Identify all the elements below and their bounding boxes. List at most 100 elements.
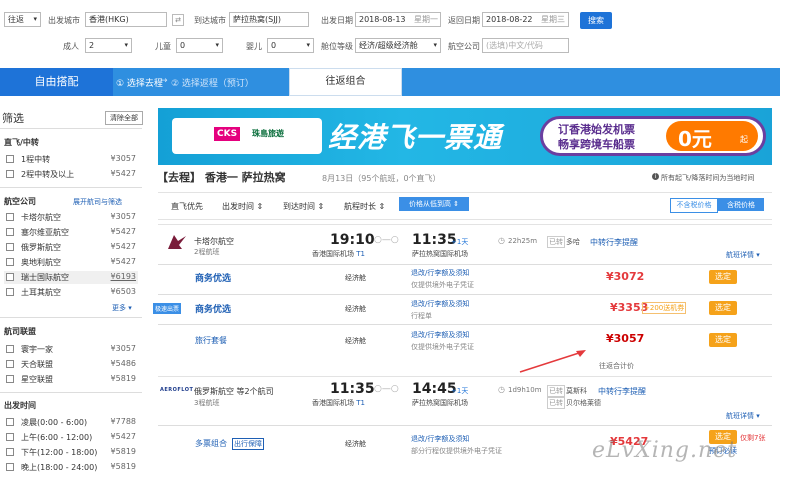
step-arrow-icon: → (160, 76, 168, 86)
watermark: eLvXing.net (592, 438, 738, 463)
filter-time[interactable]: 晚上(18:00 - 24:00) ¥5819 (4, 461, 138, 474)
adult-select[interactable]: 2 ▾ (85, 38, 132, 53)
flight2-transfer1: 莫斯科 (566, 387, 587, 395)
filter-airline[interactable]: 奥地利航空 ¥5427 (4, 256, 138, 269)
checkbox[interactable] (6, 155, 14, 163)
coupon-tag: +200送机券 (642, 302, 687, 314)
checkbox[interactable] (6, 228, 14, 236)
filter-stop-1[interactable]: 1程中转 ¥3057 (4, 153, 138, 166)
flight1-duration: 22h25m (508, 237, 538, 245)
sort-arrive[interactable]: 到达时间 ⇕ (283, 201, 324, 212)
checkbox[interactable] (6, 463, 14, 471)
flight2-arr-airport: 萨拉热窝国际机场 (412, 399, 468, 407)
checkbox[interactable] (6, 258, 14, 266)
checkbox[interactable] (6, 288, 14, 296)
airline-label: 航空公司 (448, 42, 480, 51)
fare-policy-link[interactable]: 退改/行李额及须知 (411, 268, 469, 278)
transit-baggage-link[interactable]: 中转行李提醒 (590, 237, 638, 248)
checkbox[interactable] (6, 213, 14, 221)
checkbox[interactable] (6, 375, 14, 383)
depart-date-input[interactable]: 2018-08-13 星期一 (355, 12, 441, 27)
transit-baggage-link[interactable]: 中转行李提醒 (598, 386, 646, 397)
adult-label: 成人 (63, 42, 79, 51)
depart-weekday: 星期一 (414, 15, 438, 24)
qatar-logo-icon (166, 233, 188, 251)
step1-label[interactable]: ① 选择去程 (116, 76, 163, 89)
filter-airline[interactable]: 土耳其航空 ¥6503 (4, 286, 138, 299)
sort-duration[interactable]: 航程时长 ⇕ (344, 201, 385, 212)
checkbox[interactable] (6, 170, 14, 178)
filter-airline[interactable]: 卡塔尔航空 ¥3057 (4, 211, 138, 224)
tab-free-combo[interactable]: 自由搭配 (0, 68, 113, 96)
filter-time[interactable]: 上午(6:00 - 12:00) ¥5427 (4, 431, 138, 444)
combo-total-note: 往返合计价 (599, 362, 634, 370)
guarantee-tag[interactable]: 出行保障 (232, 438, 264, 450)
select-button[interactable]: 选定 (709, 270, 737, 284)
logo-panel (172, 118, 322, 154)
filter-time[interactable]: 下午(12:00 - 18:00) ¥5819 (4, 446, 138, 459)
step2-label[interactable]: ② 选择返程（预订） (171, 76, 254, 89)
flight2-legs: 3程航班 (194, 399, 220, 407)
infant-select[interactable]: 0 ▾ (267, 38, 314, 53)
filter-stop-2[interactable]: 2程中转及以上 ¥5427 (4, 168, 138, 181)
filter-alliance[interactable]: 寰宇一家 ¥3057 (4, 343, 138, 356)
flight-detail-link[interactable]: 航班详情 ▾ (726, 250, 760, 260)
filter-alliance[interactable]: 星空联盟 ¥5819 (4, 373, 138, 386)
airline-expand-link[interactable]: 展开航司与筛选 (73, 197, 122, 207)
return-date-input[interactable]: 2018-08-22 星期三 (482, 12, 569, 27)
checkbox[interactable] (6, 433, 14, 441)
fare-price: ¥3057 (606, 332, 645, 345)
flight2-airline: 俄罗斯航空 等2个航司 (194, 387, 274, 396)
checkbox[interactable] (6, 448, 14, 456)
no-tax-toggle[interactable]: 不含税价格 (670, 198, 718, 213)
return-label: 返回日期 (448, 16, 480, 25)
child-label: 儿童 (155, 42, 171, 51)
fare-cabin: 经济舱 (345, 337, 366, 345)
sort-direct[interactable]: 直飞优先 (171, 201, 203, 212)
sort-arrows-icon: ⇕ (317, 202, 325, 211)
checkbox[interactable] (6, 345, 14, 353)
divider (158, 324, 772, 325)
select-button[interactable]: 选定 (709, 301, 737, 315)
more-airlines-link[interactable]: 更多 ▾ (112, 303, 132, 313)
select-button[interactable]: 选定 (709, 333, 737, 347)
fare-cabin: 经济舱 (345, 440, 366, 448)
child-select[interactable]: 0 ▾ (176, 38, 223, 53)
checkbox[interactable] (6, 360, 14, 368)
filter-time[interactable]: 凌晨(0:00 - 6:00) ¥7788 (4, 416, 138, 429)
filter-airline-highlighted[interactable]: 瑞士国际航空 ¥6193 (4, 271, 138, 284)
fare-cabin: 经济舱 (345, 305, 366, 313)
chevron-down-icon: ▾ (124, 41, 128, 49)
fare-policy-link[interactable]: 退改/行李额及须知 (411, 330, 469, 340)
fare-policy-link[interactable]: 退改/行李额及须知 (411, 434, 469, 444)
sort-depart[interactable]: 出发时间 ⇕ (222, 201, 263, 212)
filter-airline[interactable]: 俄罗斯航空 ¥5427 (4, 241, 138, 254)
airline-input[interactable]: (选填)中文/代码 (482, 38, 569, 53)
checkbox[interactable] (6, 273, 14, 281)
aeroflot-logo: AEROFLOT (160, 387, 194, 393)
promo-line1: 订香港始发机票 (558, 123, 635, 136)
flight2-arr-plus: +1天 (451, 387, 469, 395)
checkbox[interactable] (6, 418, 14, 426)
from-city-input[interactable]: 香港(HKG) (85, 12, 167, 27)
from-label: 出发城市 (48, 16, 80, 25)
tab-roundtrip[interactable]: 往返组合 (289, 68, 402, 96)
sort-price[interactable]: 价格从低到高 ⇕ (399, 197, 469, 211)
trip-type-select[interactable]: 往返 ▾ (4, 12, 41, 27)
flight1-transfer-city: 多哈 (566, 238, 580, 246)
filter-airline[interactable]: 塞尔维亚航空 ¥5427 (4, 226, 138, 239)
flight-detail-link[interactable]: 航班详情 ▾ (726, 411, 760, 421)
divider (0, 392, 142, 393)
with-tax-toggle[interactable]: 含税价格 (718, 198, 764, 211)
swap-icon[interactable]: ⇄ (172, 14, 184, 26)
cabin-select[interactable]: 经济/超级经济舱 ▾ (355, 38, 441, 53)
filter-alliance[interactable]: 天合联盟 ¥5486 (4, 358, 138, 371)
clear-all-button[interactable]: 清除全部 (105, 111, 143, 125)
to-city-input[interactable]: 萨拉热窝(SJJ) (229, 12, 309, 27)
fare-policy-link[interactable]: 退改/行李额及须知 (411, 299, 469, 309)
checkbox[interactable] (6, 243, 14, 251)
promo-price: 0元 (678, 127, 712, 151)
promo-banner[interactable]: CKS 珠島旅遊 经港飞一票通 订香港始发机票 畅享跨境车船票 0元 起 (158, 108, 772, 165)
divider (158, 294, 772, 295)
search-button[interactable]: 搜索 (580, 12, 612, 29)
